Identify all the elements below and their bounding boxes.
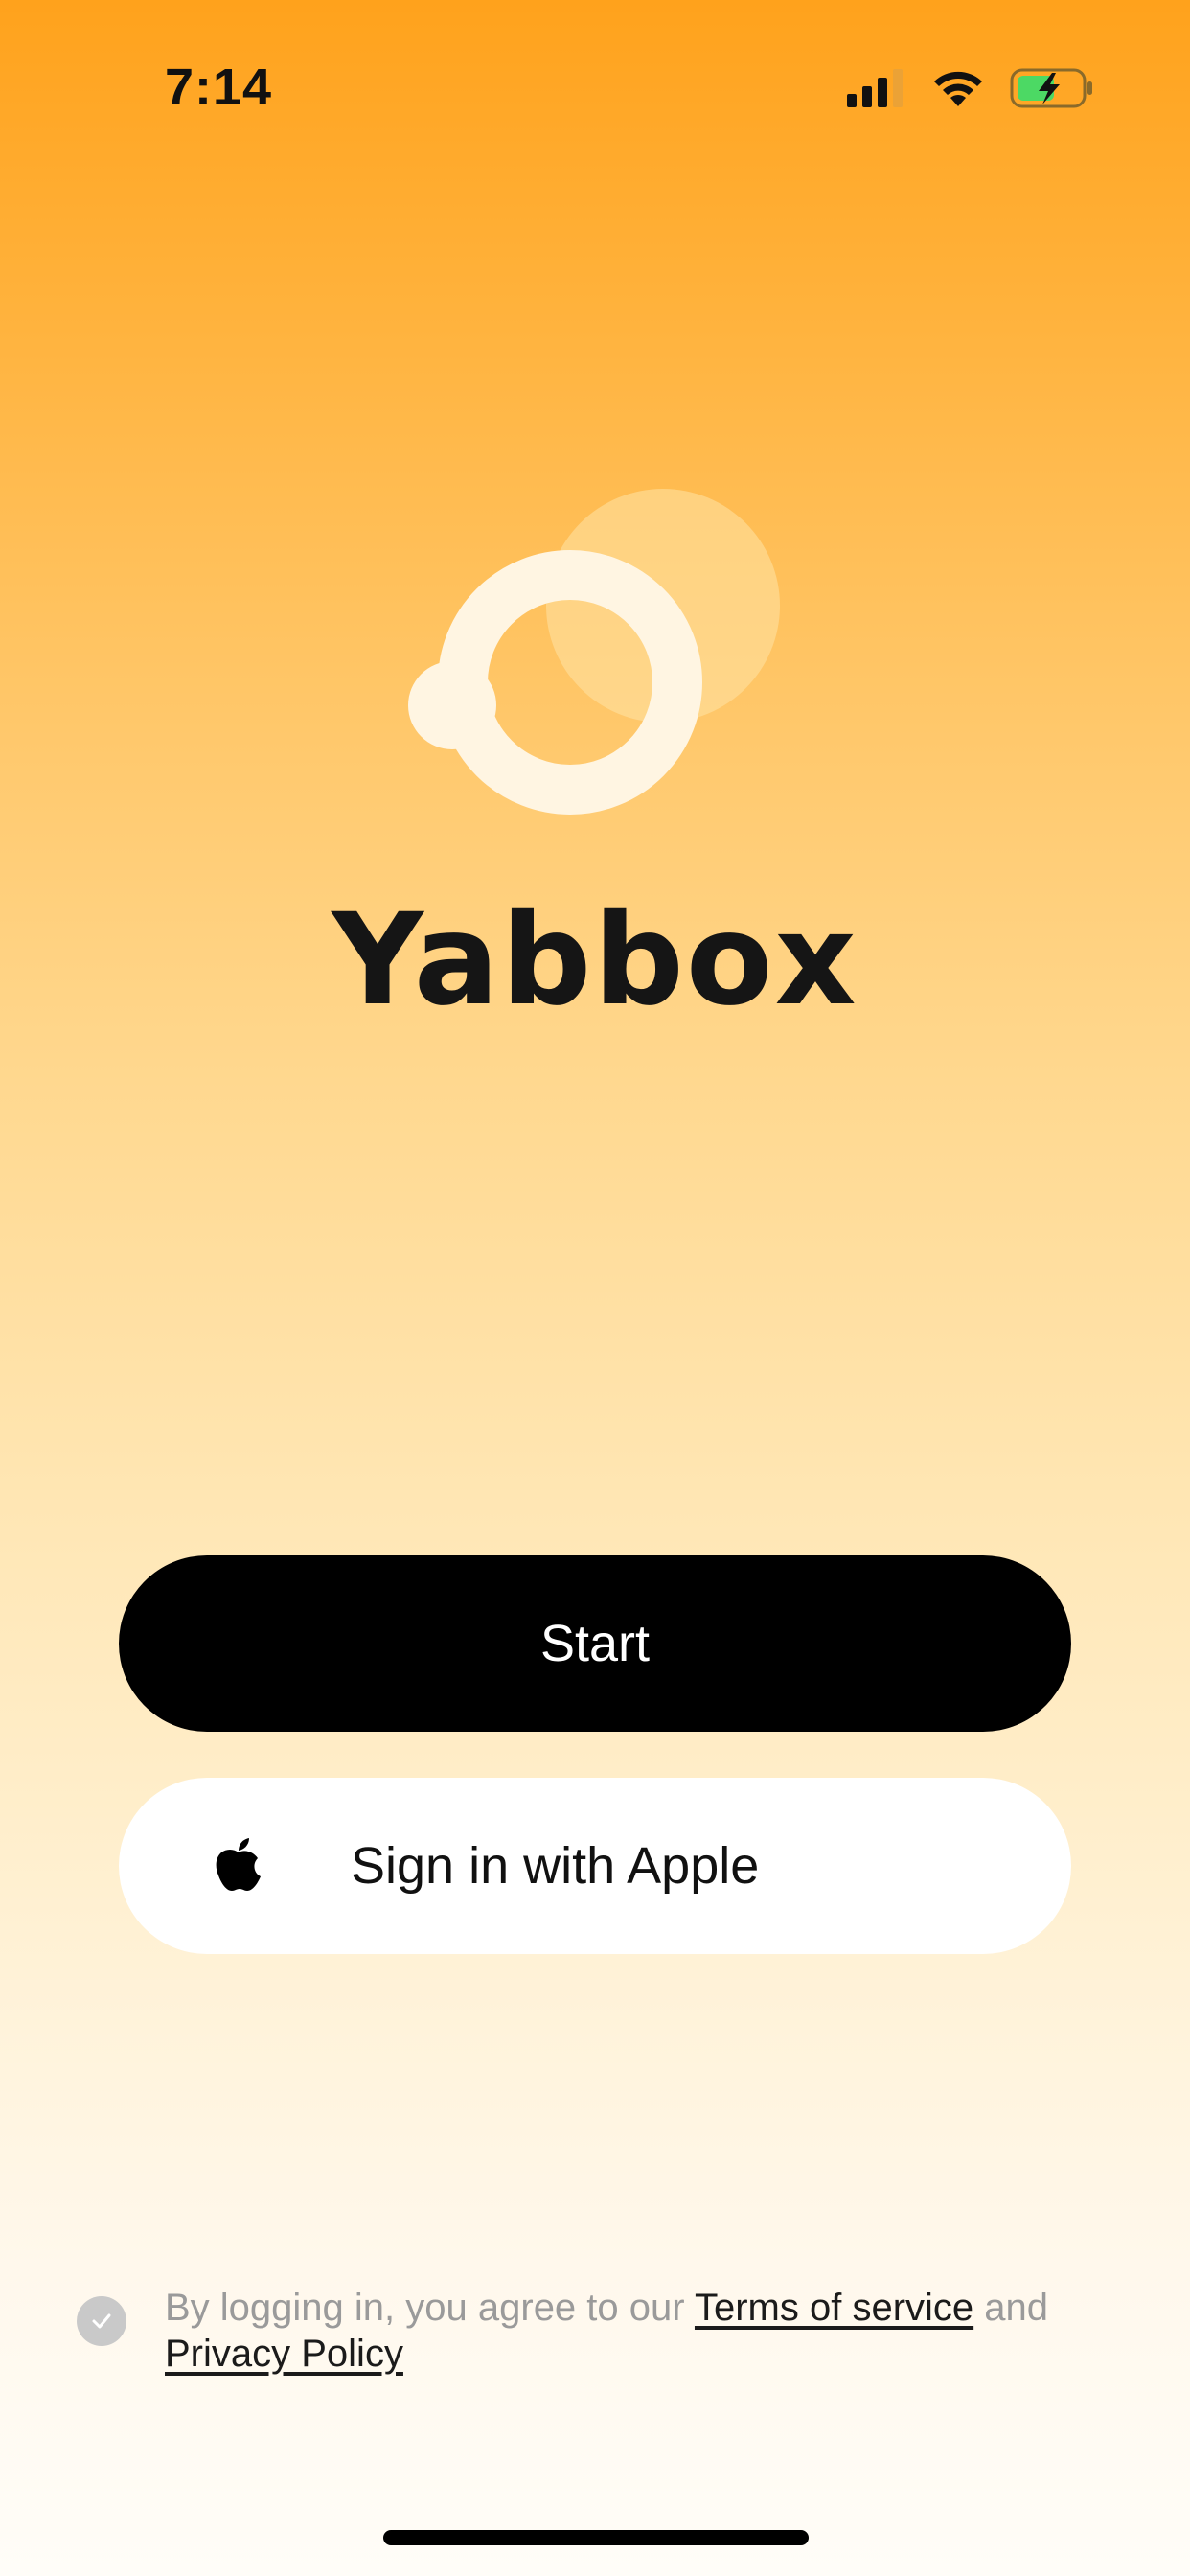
yabbox-logo-icon [408, 489, 780, 815]
checkmark-icon [92, 2313, 111, 2329]
check-icon[interactable] [77, 2296, 126, 2346]
battery-charging-icon [1010, 68, 1092, 108]
status-time: 7:14 [165, 58, 273, 116]
terms-of-service-link[interactable]: Terms of service [695, 2287, 973, 2329]
wifi-icon [934, 71, 982, 106]
home-indicator [383, 2530, 809, 2545]
apple-button-label: Sign in with Apple [351, 1837, 760, 1895]
status-icons [847, 65, 1094, 111]
sign-in-with-apple-button[interactable]: Sign in with Apple [119, 1778, 1071, 1954]
signal-icon [847, 69, 903, 107]
agreement-prefix: By logging in, you agree to our [165, 2287, 695, 2329]
apple-icon [216, 1838, 261, 1891]
privacy-policy-link[interactable]: Privacy Policy [165, 2333, 403, 2375]
agreement-conjunction: and [973, 2287, 1048, 2329]
brand-name: Yabbox [332, 886, 858, 1034]
start-button[interactable]: Start [119, 1555, 1071, 1732]
agreement-text: By logging in, you agree to our Terms of… [165, 2285, 1180, 2377]
status-bar: 7:14 [0, 0, 1190, 172]
start-button-label: Start [539, 1615, 651, 1672]
